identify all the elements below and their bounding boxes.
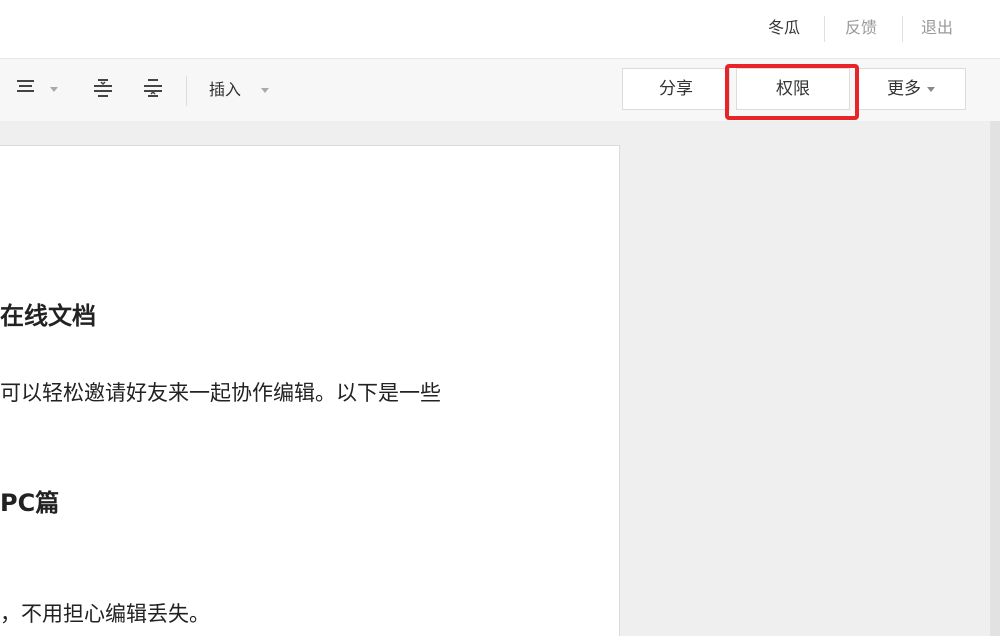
- document-paragraph: ，不用担心编辑丢失。: [0, 602, 210, 626]
- insert-dropdown-caret-icon[interactable]: [261, 88, 269, 93]
- indent-increase-icon[interactable]: [92, 77, 114, 99]
- more-button[interactable]: 更多: [856, 68, 966, 110]
- editor-page: 冬瓜 反馈 退出 插入 分享 权限 更多 在线文档 可以轻松邀请好友来一起协作编…: [0, 0, 1000, 636]
- more-button-label: 更多: [887, 79, 921, 99]
- toolbar-divider: [186, 76, 187, 106]
- document-heading: PC篇: [0, 489, 60, 517]
- insert-menu[interactable]: 插入: [209, 79, 241, 101]
- align-icon[interactable]: [16, 77, 36, 97]
- vertical-scrollbar[interactable]: [990, 121, 1000, 636]
- annotation-highlight-box: [725, 64, 859, 120]
- chevron-down-icon: [927, 86, 935, 92]
- username-link[interactable]: 冬瓜: [768, 17, 800, 39]
- logout-link[interactable]: 退出: [921, 17, 953, 39]
- feedback-link[interactable]: 反馈: [845, 17, 877, 39]
- divider: [902, 16, 903, 42]
- document-paragraph: 可以轻松邀请好友来一起协作编辑。以下是一些: [0, 381, 441, 405]
- share-button[interactable]: 分享: [622, 68, 730, 110]
- document-heading: 在线文档: [0, 302, 96, 330]
- divider: [824, 16, 825, 42]
- top-user-bar: 冬瓜 反馈 退出: [0, 0, 1000, 59]
- indent-decrease-icon[interactable]: [142, 77, 164, 99]
- align-dropdown-caret-icon[interactable]: [50, 87, 58, 92]
